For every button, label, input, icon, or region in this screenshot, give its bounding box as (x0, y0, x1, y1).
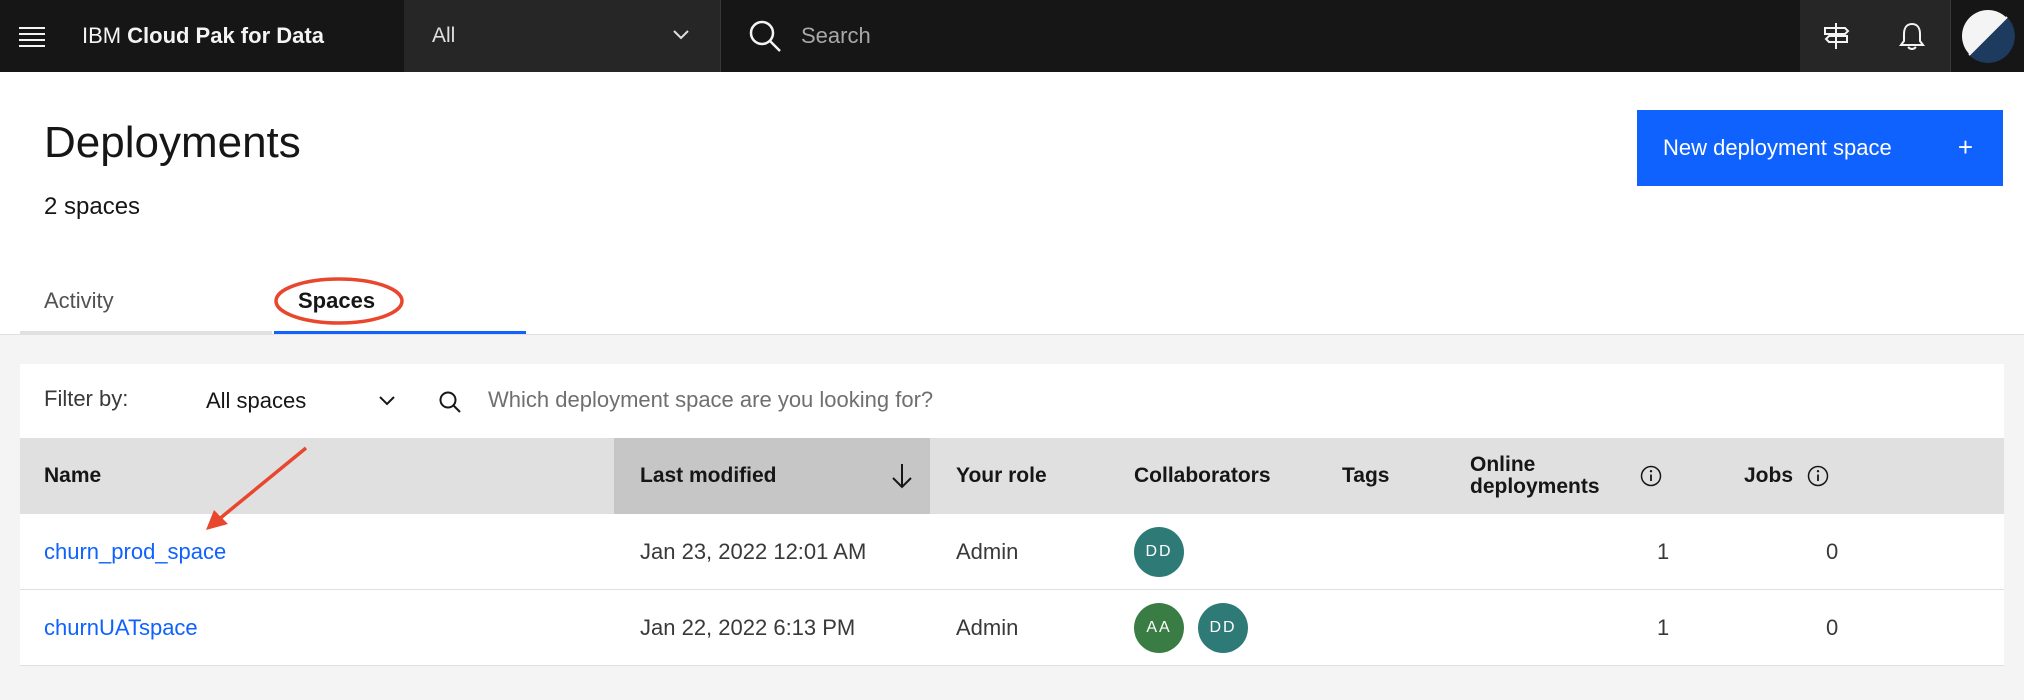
column-header-collaborators[interactable]: Collaborators (1134, 438, 1324, 514)
table-header: Name Last modified Your role Collaborato… (20, 438, 2004, 514)
table-row[interactable]: churnUATspace Jan 22, 2022 6:13 PM Admin… (20, 590, 2004, 666)
online-deployments-cell: 1 (1657, 539, 1670, 564)
column-header-your-role[interactable]: Your role (956, 438, 1116, 514)
product-brand[interactable]: IBM Cloud Pak for Data (82, 0, 324, 72)
chevron-down-icon (673, 30, 689, 40)
last-modified-cell: Jan 22, 2022 6:13 PM (640, 615, 856, 640)
space-name-link[interactable]: churn_prod_space (44, 514, 226, 590)
signpost-icon (1824, 23, 1850, 49)
online-deployments-cell: 1 (1657, 615, 1670, 640)
space-search-input[interactable] (488, 380, 1388, 420)
filter-selected-value: All spaces (206, 388, 307, 413)
info-icon[interactable] (1640, 465, 1662, 487)
user-avatar-button[interactable] (1950, 0, 2024, 72)
collaborator-avatar[interactable]: AA (1134, 603, 1184, 653)
brand-prefix: IBM (82, 23, 122, 48)
column-header-jobs[interactable]: Jobs (1744, 438, 1894, 514)
tab-list: Activity Spaces (20, 272, 526, 334)
jobs-cell: 0 (1826, 539, 1839, 564)
notifications-button[interactable] (1875, 0, 1949, 72)
chevron-down-icon (379, 396, 395, 406)
role-cell: Admin (956, 615, 1019, 640)
tab-activity[interactable]: Activity (20, 272, 272, 334)
scope-dropdown[interactable]: All (404, 0, 720, 72)
column-header-online-deployments[interactable]: Online deployments (1470, 438, 1690, 514)
collaborators-cell: AA DD (1134, 590, 1262, 666)
global-search-input[interactable] (801, 18, 1701, 54)
brand-name: Cloud Pak for Data (127, 23, 324, 48)
last-modified-cell: Jan 23, 2022 12:01 AM (640, 539, 867, 564)
table-row[interactable]: churn_prod_space Jan 23, 2022 12:01 AM A… (20, 514, 2004, 590)
collaborator-avatar[interactable]: DD (1134, 527, 1184, 577)
space-count: 2 spaces (44, 193, 141, 220)
search-icon[interactable] (747, 18, 783, 54)
column-header-name[interactable]: Name (20, 438, 614, 514)
user-avatar-icon (1961, 10, 2015, 63)
filter-dropdown[interactable]: All spaces (182, 376, 412, 426)
tab-spaces[interactable]: Spaces (274, 272, 526, 334)
info-icon[interactable] (1807, 465, 1829, 487)
new-deployment-space-button[interactable]: New deployment space + (1637, 110, 2003, 186)
tab-spaces-label: Spaces (298, 288, 376, 313)
search-icon (439, 391, 461, 413)
collaborator-avatar[interactable]: DD (1198, 603, 1248, 653)
column-header-tags[interactable]: Tags (1342, 438, 1442, 514)
new-deployment-space-label: New deployment space (1663, 135, 1892, 160)
filter-label: Filter by: (44, 386, 129, 411)
scope-value: All (432, 24, 456, 47)
bell-icon (1899, 22, 1925, 50)
top-header: IBM Cloud Pak for Data All (0, 0, 2024, 72)
spaces-table: Name Last modified Your role Collaborato… (20, 438, 2004, 666)
column-header-last-modified[interactable]: Last modified (614, 438, 930, 514)
hamburger-menu-button[interactable] (0, 0, 64, 72)
page-title: Deployments (44, 118, 301, 167)
sort-descending-icon (892, 464, 912, 489)
role-cell: Admin (956, 539, 1019, 564)
global-search (720, 0, 1800, 72)
space-name-link[interactable]: churnUATspace (44, 590, 198, 666)
jobs-cell: 0 (1826, 615, 1839, 640)
filter-bar: Filter by: All spaces (20, 364, 2004, 438)
plus-icon: + (1957, 132, 1973, 162)
menu-icon (19, 27, 45, 47)
collaborators-cell: DD (1134, 514, 1198, 590)
tab-activity-label: Activity (44, 288, 114, 313)
signpost-button[interactable] (1800, 0, 1874, 72)
